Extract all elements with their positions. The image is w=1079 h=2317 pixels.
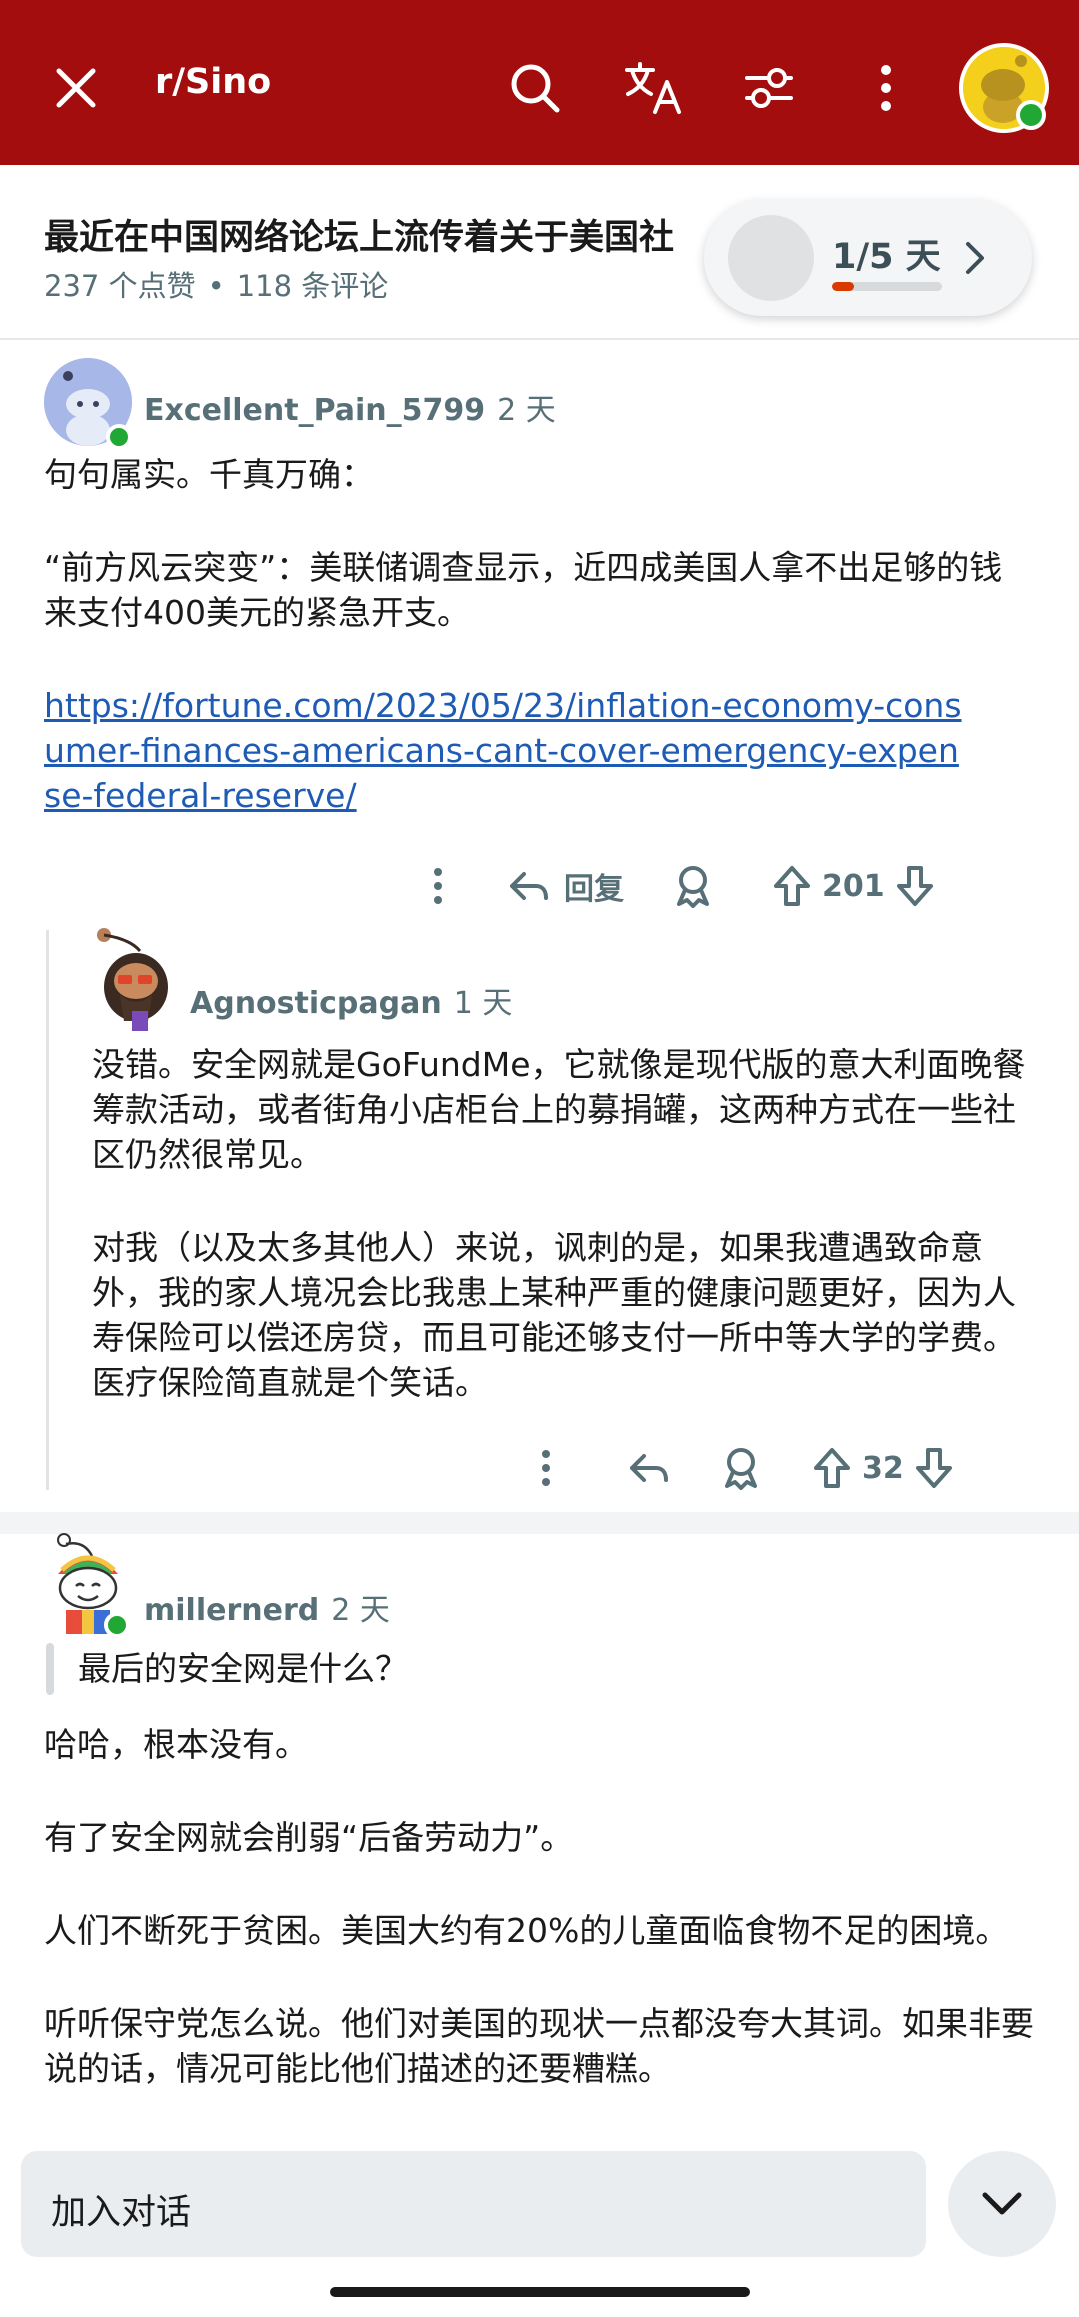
bottom-bar: 加入对话 xyxy=(0,2135,1079,2317)
search-icon[interactable] xyxy=(497,50,573,126)
downvote-icon[interactable] xyxy=(914,1438,954,1498)
join-conversation-input[interactable]: 加入对话 xyxy=(21,2151,926,2257)
join-conversation-label: 加入对话 xyxy=(51,2193,192,2233)
more-icon[interactable] xyxy=(848,50,924,126)
close-icon[interactable] xyxy=(38,50,114,126)
more-options-icon[interactable] xyxy=(410,856,466,916)
comment-paragraph: 听听保守党怎么说。他们对美国的现状一点都没夸大其词。如果非要说的话，情况可能比他… xyxy=(44,2004,1034,2088)
reply-label: 回复 xyxy=(564,872,624,907)
comment-actions: 32 xyxy=(518,1438,954,1498)
reply-icon xyxy=(510,872,548,900)
top-bar: r/Sino xyxy=(0,0,1079,165)
comment-paragraph: 哈哈，根本没有。 xyxy=(44,1725,308,1764)
upvote-icon[interactable] xyxy=(772,856,812,916)
vote-count: 32 xyxy=(862,1450,904,1486)
upvote-icon[interactable] xyxy=(812,1438,852,1498)
comment-paragraph: 句句属实。千真万确： xyxy=(44,455,374,494)
comment-paragraph: 没错。安全网就是GoFundMe，它就像是现代版的意大利面晚餐筹款活动，或者街角… xyxy=(92,1045,1026,1174)
meta-separator: • xyxy=(207,269,225,303)
comment-paragraph: 有了安全网就会削弱“后备劳动力”。 xyxy=(44,1818,574,1857)
downvote-icon[interactable] xyxy=(895,856,935,916)
pager-label: 1/5 天 xyxy=(832,237,941,277)
chevron-right-icon[interactable] xyxy=(962,236,988,284)
comment-separator xyxy=(0,1512,1079,1534)
comment-quote: 最后的安全网是什么？ xyxy=(78,1649,408,1688)
username[interactable]: Agnosticpagan xyxy=(190,986,442,1021)
comment-age: 1 天 xyxy=(453,986,513,1021)
comment-body: 没错。安全网就是GoFundMe，它就像是现代版的意大利面晚餐筹款活动，或者街角… xyxy=(92,1042,1044,1405)
online-indicator xyxy=(104,1612,130,1638)
quote-bar xyxy=(46,1643,54,1695)
award-icon[interactable] xyxy=(668,856,718,916)
more-options-icon[interactable] xyxy=(518,1438,574,1498)
thread-line[interactable] xyxy=(46,930,49,1490)
home-indicator[interactable] xyxy=(330,2287,750,2297)
comment-paragraph: 对我（以及太多其他人）来说，讽刺的是，如果我遭遇致命意外，我的家人境况会比我患上… xyxy=(92,1228,1016,1402)
reply-icon[interactable] xyxy=(626,1438,670,1498)
comment-age: 2 天 xyxy=(497,393,556,428)
upvote-count: 237 个点赞 xyxy=(44,269,196,303)
comment-actions: 回复 201 xyxy=(410,856,935,916)
subreddit-name[interactable]: r/Sino xyxy=(155,62,271,102)
comment-username[interactable]: millernerd 2 天 xyxy=(144,1585,390,1629)
comment-paragraph: 人们不断死于贫困。美国大约有20%的儿童面临食物不足的困境。 xyxy=(44,1911,1009,1950)
translate-icon[interactable] xyxy=(615,50,691,126)
pager-avatar xyxy=(728,215,814,301)
comment-paragraph: “前方风云突变”：美联储调查显示，近四成美国人拿不出足够的钱来支付400美元的紧… xyxy=(44,548,1003,632)
comment-age: 2 天 xyxy=(331,1593,390,1628)
comment-body: 句句属实。千真万确： “前方风云突变”：美联储调查显示，近四成美国人拿不出足够的… xyxy=(44,452,1034,818)
comment-count: 118 条评论 xyxy=(236,269,389,303)
post-meta: 237 个点赞 • 118 条评论 xyxy=(44,263,388,305)
chevron-down-icon[interactable] xyxy=(948,2151,1056,2257)
online-indicator xyxy=(106,424,132,450)
comment-username[interactable]: Excellent_Pain_5799 2 天 xyxy=(144,385,556,429)
user-avatar[interactable] xyxy=(90,925,176,1035)
pager-progress-fill xyxy=(832,282,854,291)
comment-username[interactable]: Agnosticpagan 1 天 xyxy=(190,978,512,1022)
comment-link[interactable]: https://fortune.com/2023/05/23/inflation… xyxy=(44,683,974,818)
online-indicator xyxy=(1016,100,1046,130)
post-title[interactable]: 最近在中国网络论坛上流传着关于美国社 xyxy=(44,209,744,260)
username[interactable]: Excellent_Pain_5799 xyxy=(144,393,485,428)
comment-pager[interactable]: 1/5 天 xyxy=(704,200,1032,316)
reply-button[interactable]: 回复 xyxy=(506,856,624,916)
filter-icon[interactable] xyxy=(731,50,807,126)
vote-count: 201 xyxy=(822,868,885,904)
award-icon[interactable] xyxy=(716,1438,766,1498)
username[interactable]: millernerd xyxy=(144,1593,319,1628)
pager-progress xyxy=(832,282,942,291)
comment-body: 哈哈，根本没有。 有了安全网就会削弱“后备劳动力”。 人们不断死于贫困。美国大约… xyxy=(44,1722,1034,2091)
